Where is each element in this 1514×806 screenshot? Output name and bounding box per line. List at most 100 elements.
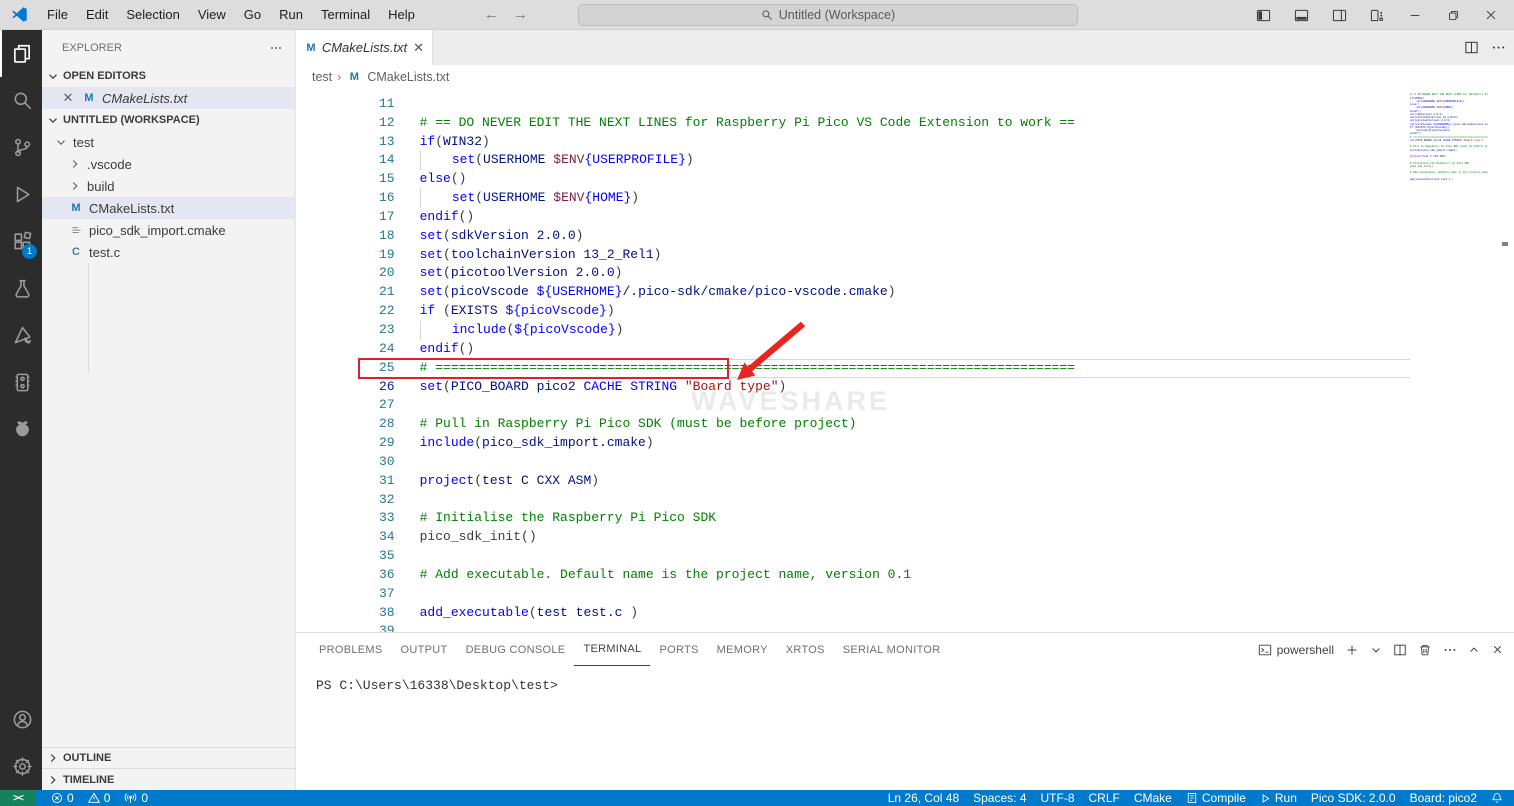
breadcrumb-file[interactable]: CMakeLists.txt (367, 70, 449, 84)
open-editors-header[interactable]: OPEN EDITORS (42, 65, 295, 87)
panel-tab-debug-console[interactable]: DEBUG CONSOLE (457, 633, 575, 666)
run-debug-icon (12, 184, 33, 205)
tab-cmakelists[interactable]: M CMakeLists.txt ✕ (296, 30, 433, 65)
status-error[interactable]: 0 (44, 790, 81, 806)
minimize-icon[interactable] (1398, 0, 1432, 30)
close-panel-icon[interactable] (1491, 643, 1504, 656)
split-editor-icon[interactable] (1464, 40, 1479, 55)
tree-item-test-c[interactable]: Ctest.c (42, 241, 295, 263)
menu-terminal[interactable]: Terminal (312, 0, 379, 30)
sidebar-more-actions-icon[interactable] (269, 41, 283, 55)
code-line-36: 36# Add executable. Default name is the … (296, 547, 1514, 566)
status-board-pico2[interactable]: Board: pico2 (1403, 790, 1484, 806)
panel-more-actions-icon[interactable] (1443, 643, 1457, 657)
sidebar-title: EXPLORER (62, 42, 122, 54)
code-line-35: 35 (296, 528, 1514, 547)
activity-bar-bottom (0, 696, 42, 790)
status-ln-26-col-48[interactable]: Ln 26, Col 48 (881, 790, 966, 806)
status-spaces-4[interactable]: Spaces: 4 (966, 790, 1033, 806)
activity-cmake-tools[interactable] (0, 312, 42, 359)
explorer-sidebar: EXPLORER OPEN EDITORS ✕ M CMakeLists.txt… (42, 30, 296, 790)
tab-close-icon[interactable]: ✕ (413, 40, 424, 56)
terminal-instance[interactable]: powershell (1258, 643, 1334, 657)
back-arrow-icon[interactable]: ← (484, 6, 499, 23)
activity-explorer[interactable] (0, 30, 42, 77)
open-editor-cmakelists[interactable]: ✕ M CMakeLists.txt (42, 87, 295, 109)
panel-tab-terminal[interactable]: TERMINAL (574, 633, 650, 666)
workspace-header[interactable]: UNTITLED (WORKSPACE) (42, 109, 295, 131)
status-run[interactable]: Run (1253, 790, 1304, 806)
activity-extensions[interactable]: 1 (0, 218, 42, 265)
status-crlf[interactable]: CRLF (1082, 790, 1127, 806)
file-tree: test .vscode build MCMakeLists.txt pico_… (42, 131, 295, 747)
terminal-icon (1258, 643, 1272, 657)
tree-item-label: CMakeLists.txt (89, 201, 174, 216)
panel-tab-problems[interactable]: PROBLEMS (310, 633, 392, 666)
status-right: Ln 26, Col 48 Spaces: 4 UTF-8 CRLF CMake… (881, 790, 1510, 806)
code-line-14: 14 set(USERHOME $ENV{USERPROFILE}) (296, 133, 1514, 152)
tree-item-cmakelists-txt[interactable]: MCMakeLists.txt (42, 197, 295, 219)
status-ports-count: 0 (141, 791, 148, 805)
breadcrumb[interactable]: test › M CMakeLists.txt (296, 65, 1514, 88)
menu-help[interactable]: Help (379, 0, 424, 30)
panel-tab-serial-monitor[interactable]: SERIAL MONITOR (834, 633, 950, 666)
activity-pico-board[interactable] (0, 359, 42, 406)
overview-ruler-cursor (1502, 242, 1508, 246)
activity-raspberry-pi[interactable] (0, 406, 42, 453)
forward-arrow-icon[interactable]: → (513, 6, 528, 23)
chevron-down-icon[interactable] (1370, 644, 1382, 656)
tree-item-vscode[interactable]: .vscode (42, 153, 295, 175)
tree-item-build[interactable]: build (42, 175, 295, 197)
activity-source-control[interactable] (0, 124, 42, 171)
status-utf-8[interactable]: UTF-8 (1034, 790, 1082, 806)
code-editor[interactable]: WAVESHARE 11 12# == DO NEVER EDIT THE NE… (296, 88, 1514, 632)
status-pico-sdk-2-0-0[interactable]: Pico SDK: 2.0.0 (1304, 790, 1403, 806)
menu-view[interactable]: View (189, 0, 235, 30)
menu-run[interactable]: Run (270, 0, 312, 30)
more-actions-icon[interactable] (1491, 40, 1506, 55)
close-window-icon[interactable] (1474, 0, 1508, 30)
kill-terminal-icon[interactable] (1418, 643, 1432, 657)
status-bell[interactable] (1484, 790, 1510, 806)
close-icon[interactable]: ✕ (60, 90, 76, 106)
activity-testing[interactable] (0, 265, 42, 312)
code-line-15: 15else() (296, 151, 1514, 170)
panel-tab-xrtos[interactable]: XRTOS (777, 633, 834, 666)
breadcrumb-folder[interactable]: test (312, 70, 332, 84)
terminal-output[interactable]: PS C:\Users\16338\Desktop\test> (296, 666, 1514, 790)
testing-icon (12, 278, 33, 299)
layout-sidebar-right-icon[interactable] (1322, 0, 1356, 30)
timeline-section[interactable]: TIMELINE (42, 769, 295, 790)
maximize-panel-icon[interactable] (1468, 644, 1480, 656)
activity-settings[interactable] (0, 743, 42, 790)
chevron-down-icon (54, 135, 68, 149)
panel-tab-memory[interactable]: MEMORY (708, 633, 777, 666)
status-compile[interactable]: Compile (1179, 790, 1253, 806)
activity-run-debug[interactable] (0, 171, 42, 218)
command-center-search[interactable]: Untitled (Workspace) (578, 4, 1078, 26)
tree-item-pico-sdk-import-cmake[interactable]: pico_sdk_import.cmake (42, 219, 295, 241)
menu-selection[interactable]: Selection (117, 0, 188, 30)
layout-customize-icon[interactable] (1360, 0, 1394, 30)
tree-item-test[interactable]: test (42, 131, 295, 153)
panel-tab-ports[interactable]: PORTS (650, 633, 707, 666)
layout-sidebar-left-icon[interactable] (1246, 0, 1280, 30)
status-cmake[interactable]: CMake (1127, 790, 1179, 806)
status-ports[interactable]: 0 (117, 790, 155, 806)
split-terminal-icon[interactable] (1393, 643, 1407, 657)
new-terminal-icon[interactable] (1345, 643, 1359, 657)
menu-go[interactable]: Go (235, 0, 270, 30)
menu-file[interactable]: File (38, 0, 77, 30)
remote-indicator[interactable]: >< (0, 790, 36, 806)
code-line-25: 25# ====================================… (296, 340, 1514, 359)
minimap[interactable]: # == DO NEVER EDIT THE NEXT LINES for Ra… (1410, 90, 1488, 184)
layout-panel-icon[interactable] (1284, 0, 1318, 30)
activity-search[interactable] (0, 77, 42, 124)
menu-edit[interactable]: Edit (77, 0, 117, 30)
activity-accounts[interactable] (0, 696, 42, 743)
outline-section[interactable]: OUTLINE (42, 748, 295, 769)
tree-item-label: test.c (89, 245, 120, 260)
restore-icon[interactable] (1436, 0, 1470, 30)
status-warning[interactable]: 0 (81, 790, 118, 806)
panel-tab-output[interactable]: OUTPUT (392, 633, 457, 666)
